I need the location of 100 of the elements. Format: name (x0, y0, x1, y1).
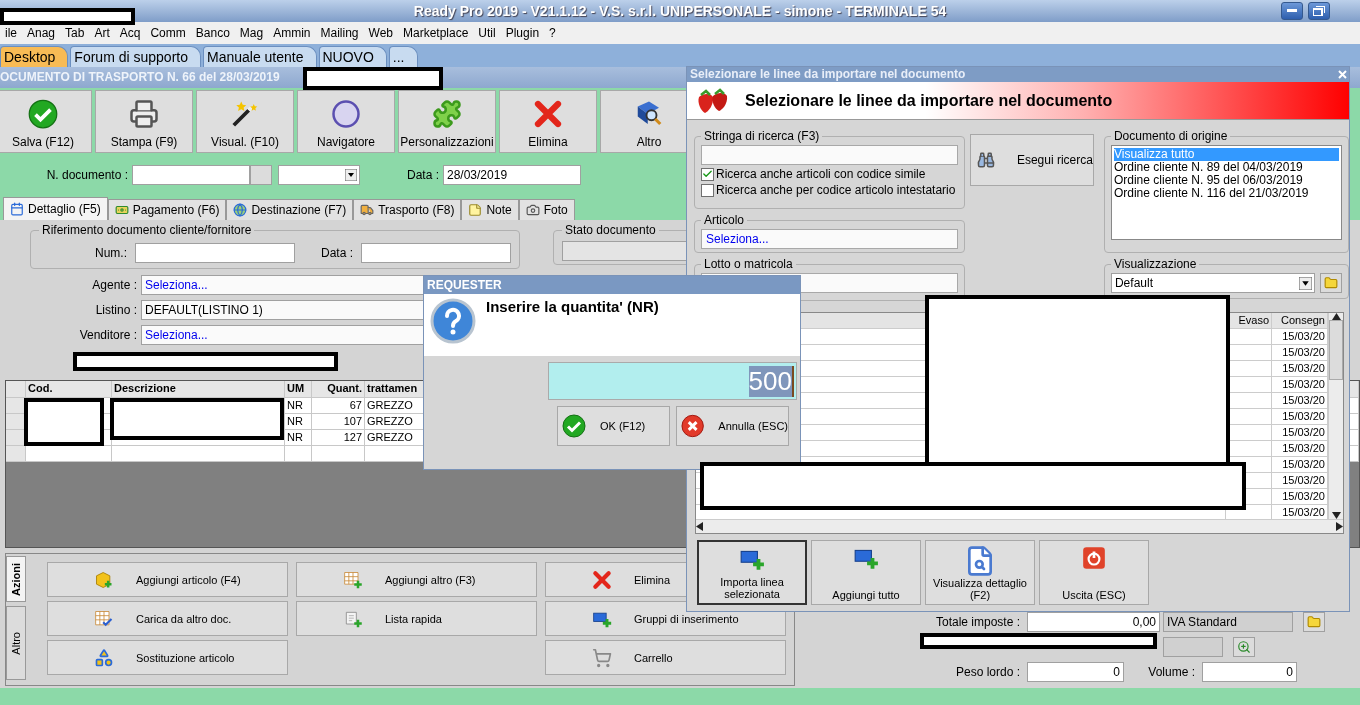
table-cell: 15/03/20 (1272, 409, 1328, 425)
table-cell: NR (285, 414, 312, 430)
dialog-button[interactable]: Uscita (ESC) (1039, 540, 1149, 605)
action-button[interactable]: Sostituzione articolo (47, 640, 288, 675)
lookup-button[interactable] (250, 164, 272, 185)
dialog-button[interactable]: Annulla (ESC) (676, 406, 789, 446)
series-dropdown[interactable] (278, 164, 360, 185)
folder-button[interactable] (1303, 612, 1325, 632)
tab[interactable]: Trasporto (F8) (353, 199, 462, 220)
menu-item[interactable]: Mag (234, 26, 269, 40)
menu-item[interactable]: ? (544, 26, 561, 40)
tab[interactable]: Desktop (0, 46, 69, 67)
view-select[interactable]: Default (1110, 273, 1315, 293)
checkbox-option[interactable]: Ricerca anche per codice articolo intestatario (701, 183, 958, 197)
toolbar-button[interactable]: Stampa (F9) (95, 90, 193, 153)
group-title: Visualizzazione (1112, 257, 1198, 271)
toolbar-button[interactable]: Salva (F12) (0, 90, 92, 153)
tab[interactable]: Note (461, 199, 519, 220)
vertical-tab[interactable]: Azioni (6, 556, 26, 602)
dialog-message: Inserire la quantita' (NR) (486, 298, 659, 317)
action-button[interactable]: Carrello (545, 640, 786, 675)
checkbox[interactable] (701, 183, 714, 197)
close-button[interactable] (1335, 67, 1349, 81)
tab[interactable]: Manuale utente (202, 46, 317, 67)
dialog-title: REQUESTER (424, 276, 800, 294)
dialog-button[interactable]: Importa linea selezionata (697, 540, 807, 605)
field-label: Volume : (1147, 665, 1196, 679)
table-cell: 67 (312, 398, 365, 414)
tab[interactable]: Foto (518, 199, 575, 220)
menu-item[interactable]: Tab (60, 26, 90, 40)
tab[interactable]: NUOVO (318, 46, 387, 67)
dialog-heading: Selezionare le linee da importare nel documento (745, 91, 1113, 110)
row-header (6, 414, 26, 430)
list-item[interactable]: Ordine cliente N. 89 del 04/03/2019 (1113, 161, 1339, 174)
tab[interactable]: ... (388, 46, 418, 67)
dialog-button[interactable]: OK (F12) (557, 406, 670, 446)
menu-item[interactable]: Marketplace (398, 26, 474, 40)
tab[interactable]: Dettaglio (F5) (3, 197, 108, 220)
cart-icon (592, 647, 612, 668)
checkbox-option[interactable]: Ricerca anche articoli con codice simile (701, 167, 958, 181)
table-cell: 15/03/20 (1272, 329, 1328, 345)
tab[interactable]: Destinazione (F7) (226, 199, 354, 220)
grid-check-icon (94, 608, 114, 629)
table-cell: 15/03/20 (1272, 441, 1328, 457)
minimize-button[interactable] (1281, 2, 1303, 20)
vertical-tab[interactable]: Altro (6, 606, 26, 680)
minimize-icon (1287, 9, 1297, 13)
date-field[interactable] (361, 242, 511, 263)
group-title: Stato documento (564, 223, 657, 237)
zoom-button[interactable] (1233, 637, 1255, 657)
number-field[interactable] (135, 242, 295, 263)
field-label: Peso lordo : (954, 665, 1021, 679)
vat-field: IVA Standard (1163, 612, 1293, 632)
menu-item[interactable]: Ammin (268, 26, 316, 40)
table-cell: 15/03/20 (1272, 489, 1328, 505)
dialog-button[interactable]: Aggiungi tutto (811, 540, 921, 605)
action-button[interactable]: Carica da altro doc. (47, 601, 288, 636)
menu-item[interactable]: Comm (145, 26, 191, 40)
menu-item[interactable]: Banco (190, 26, 235, 40)
date-field[interactable]: 28/03/2019 (443, 164, 581, 185)
scrollbar-thumb[interactable] (1329, 320, 1343, 380)
table-cell: NR (285, 398, 312, 414)
folder-button[interactable] (1320, 273, 1342, 293)
tab[interactable]: Pagamento (F6) (107, 199, 227, 220)
group-title: Documento di origine (1112, 129, 1229, 143)
toolbar-button[interactable]: Navigatore (297, 90, 395, 153)
document-number-field[interactable] (132, 164, 250, 185)
column-header: UM (285, 381, 312, 398)
toolbar-button[interactable]: Visual. (F10) (196, 90, 294, 153)
action-button[interactable]: Lista rapida (296, 601, 537, 636)
group-title: Stringa di ricerca (F3) (703, 129, 821, 143)
field-label: Venditore : (78, 328, 138, 342)
list-item[interactable]: Ordine cliente N. 95 del 06/03/2019 (1113, 174, 1339, 187)
action-button[interactable]: Aggiungi altro (F3) (296, 562, 537, 597)
tab[interactable]: Forum di supporto (70, 46, 201, 67)
checkbox[interactable] (701, 167, 714, 181)
scroll-right-icon[interactable] (1336, 522, 1343, 531)
search-field[interactable] (701, 145, 958, 165)
table-cell: 15/03/20 (1272, 377, 1328, 393)
menu-item[interactable]: Art (89, 26, 115, 40)
search-button[interactable]: Esegui ricerca (969, 134, 1094, 186)
list-item[interactable]: Ordine cliente N. 116 del 21/03/2019 (1113, 187, 1339, 200)
toolbar-button[interactable]: Personalizzazioni (398, 90, 496, 153)
cross-icon (533, 99, 563, 129)
menu-item[interactable]: Acq (114, 26, 146, 40)
article-field[interactable]: Seleziona... (701, 229, 958, 249)
group-title: Riferimento documento cliente/fornitore (41, 223, 253, 237)
menu-item[interactable]: Web (363, 26, 398, 40)
restore-button[interactable] (1308, 2, 1330, 20)
menu-item[interactable]: Anag (22, 26, 61, 40)
scroll-left-icon[interactable] (696, 522, 703, 531)
column-header: Quant. (312, 381, 365, 398)
menu-item[interactable]: ile (0, 26, 22, 40)
menu-item[interactable]: Util (473, 26, 501, 40)
menu-item[interactable]: Mailing (315, 26, 364, 40)
dialog-button[interactable]: Visualizza dettaglio (F2) (925, 540, 1035, 605)
menu-item[interactable]: Plugin (500, 26, 545, 40)
restore-icon (1313, 6, 1325, 16)
action-button[interactable]: Aggiungi articolo (F4) (47, 562, 288, 597)
toolbar-button[interactable]: Elimina (499, 90, 597, 153)
